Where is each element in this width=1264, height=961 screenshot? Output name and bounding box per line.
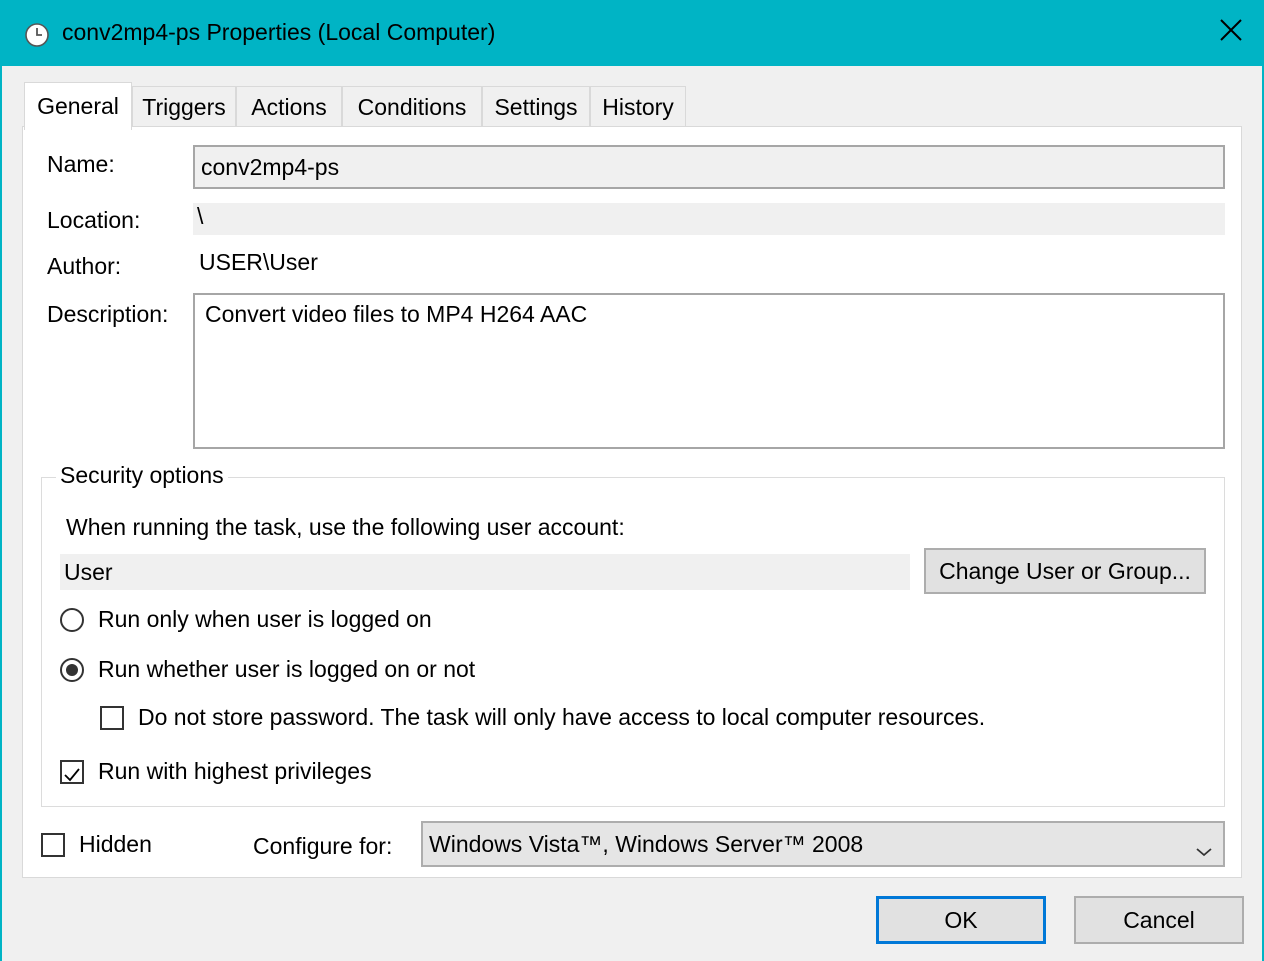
cancel-button[interactable]: Cancel — [1074, 896, 1244, 944]
hidden-label[interactable]: Hidden — [79, 831, 152, 858]
highest-privileges-label[interactable]: Run with highest privileges — [98, 758, 372, 785]
tab-label: Actions — [251, 94, 327, 120]
run-whether-radio[interactable] — [60, 658, 84, 682]
close-icon — [1219, 18, 1243, 48]
hidden-checkbox[interactable] — [41, 833, 65, 857]
run-logged-on-label[interactable]: Run only when user is logged on — [98, 606, 432, 633]
tab-label: Conditions — [357, 94, 467, 120]
tab-label: Settings — [494, 94, 578, 120]
cancel-label: Cancel — [1123, 906, 1195, 933]
name-field[interactable]: conv2mp4-ps — [193, 145, 1225, 189]
description-value: Convert video files to MP4 H264 AAC — [205, 301, 588, 327]
tab-history[interactable]: History — [590, 86, 686, 128]
tab-general[interactable]: General — [24, 82, 132, 130]
author-label: Author: — [47, 253, 122, 279]
properties-dialog: conv2mp4-ps Properties (Local Computer) … — [0, 0, 1264, 961]
description-label: Description: — [47, 301, 169, 327]
general-tab-panel: Name: conv2mp4-ps Location: \ Author: US… — [22, 126, 1242, 878]
location-field: \ — [193, 203, 1225, 235]
author-value: USER\User — [199, 249, 318, 275]
security-options-title: Security options — [56, 462, 228, 489]
account-prompt: When running the task, use the following… — [66, 514, 625, 540]
tab-label: General — [37, 93, 119, 119]
tab-conditions[interactable]: Conditions — [342, 86, 482, 128]
tab-triggers[interactable]: Triggers — [132, 86, 236, 128]
change-user-button[interactable]: Change User or Group... — [924, 548, 1206, 594]
tab-label: Triggers — [142, 94, 226, 120]
security-options-group: Security options When running the task, … — [41, 462, 1225, 807]
checkmark-icon — [63, 763, 81, 790]
run-whether-label[interactable]: Run whether user is logged on or not — [98, 656, 475, 683]
window-title: conv2mp4-ps Properties (Local Computer) — [62, 19, 496, 45]
highest-privileges-checkbox[interactable] — [60, 760, 84, 784]
description-field[interactable]: Convert video files to MP4 H264 AAC — [193, 293, 1225, 449]
name-value: conv2mp4-ps — [201, 153, 340, 180]
dialog-body: General Triggers Actions Conditions Sett… — [2, 66, 1262, 961]
location-label: Location: — [47, 207, 141, 233]
tab-actions[interactable]: Actions — [236, 86, 342, 128]
configure-for-label: Configure for: — [253, 833, 393, 859]
tab-label: History — [602, 94, 674, 120]
title-bar[interactable]: conv2mp4-ps Properties (Local Computer) — [2, 2, 1262, 66]
configure-for-select[interactable]: Windows Vista™, Windows Server™ 2008 — [421, 821, 1225, 867]
location-value: \ — [197, 203, 204, 229]
ok-button[interactable]: OK — [876, 896, 1046, 944]
no-store-password-checkbox[interactable] — [100, 706, 124, 730]
name-label: Name: — [47, 151, 115, 177]
clock-icon — [24, 22, 50, 48]
user-account-field: User — [60, 554, 910, 590]
no-store-password-label[interactable]: Do not store password. The task will onl… — [138, 704, 985, 731]
change-user-label: Change User or Group... — [939, 557, 1191, 584]
run-logged-on-radio[interactable] — [60, 608, 84, 632]
user-account-value: User — [64, 558, 113, 585]
ok-label: OK — [944, 906, 978, 933]
configure-for-value: Windows Vista™, Windows Server™ 2008 — [429, 830, 864, 857]
close-button[interactable] — [1200, 2, 1262, 64]
radio-selected-dot — [66, 664, 78, 676]
chevron-down-icon — [1195, 837, 1213, 864]
tab-settings[interactable]: Settings — [482, 86, 590, 128]
